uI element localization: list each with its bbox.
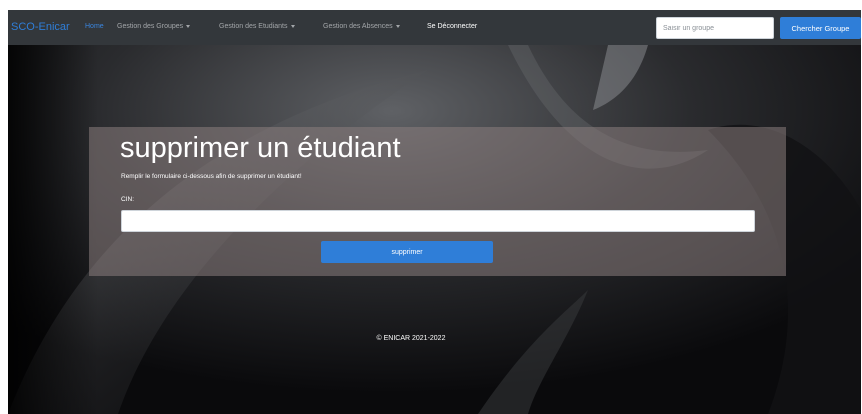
nav-absences-label: Gestion des Absences (323, 23, 393, 30)
delete-student-form: supprimer un étudiant Remplir le formula… (89, 127, 786, 276)
nav-groupes-label: Gestion des Groupes (117, 23, 184, 30)
nav-absences-dropdown[interactable]: Gestion des Absences (323, 23, 400, 30)
page-title: supprimer un étudiant (120, 132, 401, 164)
cin-input[interactable] (121, 210, 755, 232)
delete-submit-button[interactable]: supprimer (321, 241, 493, 263)
chevron-down-icon (186, 24, 191, 28)
search-group-button[interactable]: Chercher Groupe (780, 17, 861, 39)
cin-field-label: CIN: (121, 196, 134, 203)
group-search-input[interactable] (656, 17, 774, 39)
nav-etudiants-label: Gestion des Etudiants (219, 23, 288, 30)
brand-logo-link[interactable]: SCO-Enicar (11, 21, 70, 33)
chevron-down-icon (395, 24, 400, 28)
top-navbar: SCO-Enicar Home Gestion des Groupes Gest… (8, 10, 861, 45)
form-instructions: Remplir le formulaire ci-dessous afin de… (121, 173, 302, 180)
nav-home-link[interactable]: Home (85, 23, 104, 30)
nav-groupes-dropdown[interactable]: Gestion des Groupes (117, 23, 191, 30)
nav-logout-label: Se Déconnecter (427, 23, 478, 30)
browser-viewport: SCO-Enicar Home Gestion des Groupes Gest… (8, 10, 861, 414)
chevron-down-icon (290, 24, 295, 28)
nav-etudiants-dropdown[interactable]: Gestion des Etudiants (219, 23, 295, 30)
footer-copyright: © ENICAR 2021-2022 (376, 335, 446, 342)
nav-home-label: Home (85, 23, 104, 30)
nav-logout-link[interactable]: Se Déconnecter (427, 23, 477, 30)
